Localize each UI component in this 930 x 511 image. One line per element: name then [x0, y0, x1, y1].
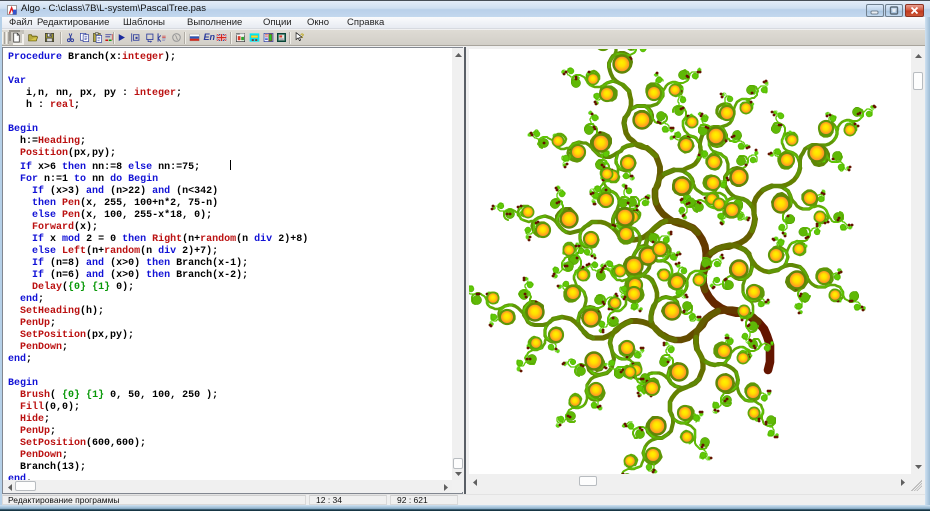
svg-text:?: ?: [300, 33, 304, 40]
